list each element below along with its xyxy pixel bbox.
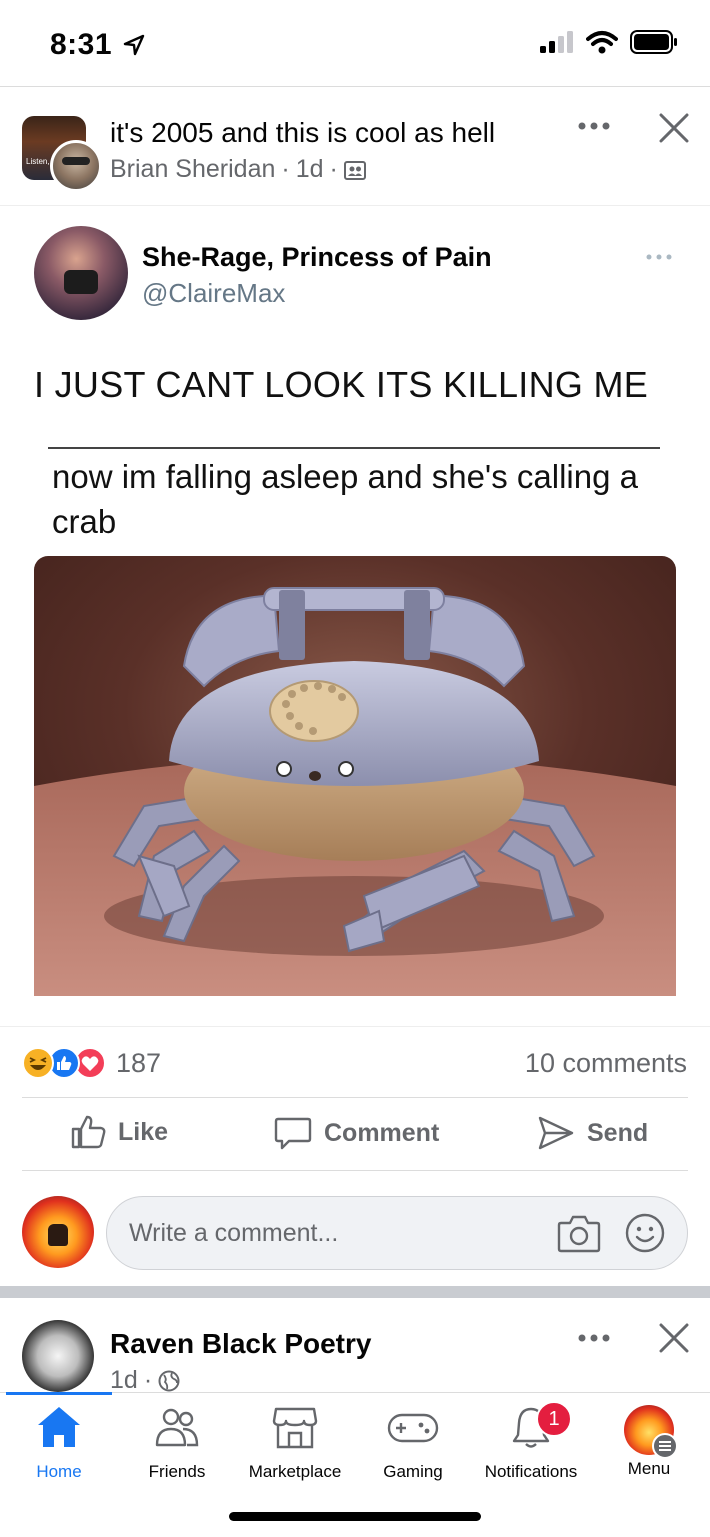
next-post-time[interactable]: 1d [110,1366,138,1395]
group-audience-icon [343,160,366,180]
post-title: it's 2005 and this is cool as hell [110,117,496,148]
user-avatar-decoration [48,1224,68,1246]
author-avatar[interactable] [50,140,102,192]
tweet-name: She-Rage, Princess of Pain [142,242,492,272]
tweet-text: I JUST CANT LOOK ITS KILLING ME [34,364,649,405]
tweet-divider [48,447,660,449]
reactions-divider [22,1097,688,1098]
actions-divider [22,1170,688,1171]
home-active-indicator [6,1392,112,1395]
status-time-text: 8:31 [50,28,113,61]
user-avatar[interactable] [22,1196,94,1268]
hide-post-button[interactable] [652,106,696,150]
image-divider [0,1026,710,1027]
battery-icon [630,30,677,54]
comment-placeholder: Write a comment... [129,1219,339,1247]
menu-avatar [624,1405,678,1459]
tweet-more-icon [646,254,672,260]
more-dots-icon [578,1334,610,1342]
post-image[interactable]: She-Rage, Princess of Pain @ClaireMax I … [0,206,710,1026]
close-icon [659,113,689,143]
post-time[interactable]: 1d [296,155,324,184]
reaction-count: 187 [116,1047,162,1078]
nav-notifications-label: Notifications [484,1462,578,1481]
meta-separator: · [281,155,290,183]
tweet-avatar [34,226,128,320]
next-post-options-button[interactable] [572,1320,616,1356]
post-options-button[interactable] [572,108,616,144]
globe-icon [158,1370,180,1391]
tweet-avatar-decoration [64,270,98,294]
crab-phone-illustration [34,556,676,996]
like-button[interactable]: Like [70,1114,168,1150]
inner-text: now im falling asleep and she's calling … [52,458,638,540]
menu-hamburger-icon [652,1433,678,1459]
comment-input[interactable]: Write a comment... [106,1196,688,1270]
friends-icon [155,1408,199,1447]
nav-friends[interactable]: Friends [118,1405,236,1482]
tweet-handle: @ClaireMax [142,278,286,308]
thumbs-up-icon [71,1115,106,1149]
close-icon [659,1323,689,1353]
camera-icon[interactable] [557,1213,601,1253]
comment-label: Comment [324,1118,440,1147]
emoji-icon[interactable] [625,1213,665,1253]
more-dots-icon [578,122,610,130]
status-divider [0,86,710,87]
next-post-avatar[interactable] [22,1320,94,1392]
send-label: Send [587,1118,649,1147]
marketplace-icon [272,1407,318,1449]
cellular-signal-icon [540,31,573,53]
post-author[interactable]: Brian Sheridan [110,155,275,184]
comment-button[interactable]: Comment [274,1114,439,1152]
nav-menu-label: Menu [627,1459,671,1478]
nav-menu[interactable]: Menu [590,1405,708,1479]
nav-marketplace-label: Marketplace [248,1462,342,1481]
nav-marketplace[interactable]: Marketplace [236,1405,354,1482]
gaming-controller-icon [387,1413,439,1443]
nav-gaming-label: Gaming [383,1462,443,1481]
nav-home[interactable]: Home [0,1405,118,1482]
home-indicator [229,1512,481,1521]
next-post-meta: 1d · [110,1366,180,1395]
nav-notifications[interactable]: 1 Notifications [472,1401,590,1482]
send-button[interactable]: Send [537,1114,648,1152]
haha-reaction-icon [22,1047,54,1079]
like-label: Like [118,1117,169,1146]
notifications-badge: 1 [536,1401,572,1437]
status-indicators [540,30,678,54]
send-arrow-icon [538,1116,574,1150]
location-arrow-icon [123,34,145,56]
status-time: 8:31 [50,28,145,62]
comments-count[interactable]: 10 comments [525,1048,687,1079]
wifi-icon [586,31,618,54]
nav-friends-label: Friends [148,1462,206,1481]
comment-bubble-icon [274,1117,312,1150]
meta-separator: · [143,1366,153,1394]
next-post-hide-button[interactable] [652,1316,696,1360]
next-post-author[interactable]: Raven Black Poetry [110,1328,371,1360]
feed-separator [0,1286,710,1298]
reactions-summary[interactable]: 187 [22,1047,161,1079]
nav-home-label: Home [36,1462,82,1481]
nav-gaming[interactable]: Gaming [354,1405,472,1482]
sunglasses-decoration [62,157,90,165]
post-meta: Brian Sheridan · 1d · [110,155,366,184]
home-icon [38,1407,80,1447]
meta-separator: · [329,155,338,183]
